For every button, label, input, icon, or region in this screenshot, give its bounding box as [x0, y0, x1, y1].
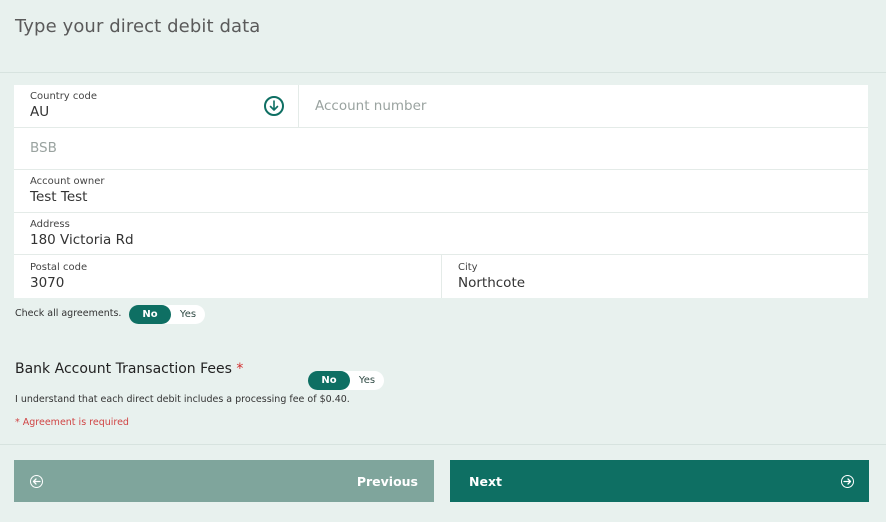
- fees-description: I understand that each direct debit incl…: [15, 394, 350, 405]
- form-row-account-owner: Account owner Test Test: [14, 170, 868, 213]
- form-row-address: Address 180 Victoria Rd: [14, 213, 868, 255]
- bottom-divider: [0, 444, 886, 445]
- country-code-label: Country code: [30, 91, 98, 103]
- arrow-left-circle-icon: [30, 474, 43, 488]
- account-number-field[interactable]: Account number: [299, 85, 868, 127]
- address-label: Address: [30, 218, 70, 230]
- account-number-placeholder: Account number: [315, 97, 427, 114]
- previous-button-label: Previous: [356, 473, 418, 489]
- form-row-bsb: BSB: [14, 128, 868, 170]
- previous-button[interactable]: Previous: [14, 460, 434, 502]
- city-value: Northcote: [458, 274, 526, 291]
- fees-yes-option[interactable]: Yes: [350, 375, 384, 386]
- check-all-agreements-label: Check all agreements.: [15, 308, 122, 319]
- fees-title-text: Bank Account Transaction Fees: [15, 361, 232, 377]
- check-all-yes-option[interactable]: Yes: [171, 309, 205, 320]
- postal-code-label: Postal code: [30, 261, 88, 273]
- fees-title: Bank Account Transaction Fees *: [15, 361, 243, 377]
- city-label: City: [458, 261, 478, 273]
- fees-no-option[interactable]: No: [308, 371, 350, 390]
- required-marker: *: [236, 361, 244, 377]
- next-button[interactable]: Next: [450, 460, 869, 502]
- country-code-value: AU: [30, 104, 50, 121]
- direct-debit-form: Country code AU Account number BSB Accou…: [14, 85, 868, 298]
- chevron-down-circle-icon[interactable]: [264, 95, 284, 116]
- address-field[interactable]: Address 180 Victoria Rd: [14, 213, 868, 255]
- account-owner-label: Account owner: [30, 176, 105, 188]
- next-button-label: Next: [469, 473, 502, 489]
- arrow-right-circle-icon: [841, 474, 854, 488]
- account-owner-field[interactable]: Account owner Test Test: [14, 170, 868, 212]
- city-field[interactable]: City Northcote: [442, 255, 868, 298]
- title-divider: [0, 72, 886, 73]
- fees-agreement-toggle[interactable]: No Yes: [308, 371, 384, 390]
- country-code-select[interactable]: Country code AU: [14, 85, 299, 127]
- check-all-no-option[interactable]: No: [129, 305, 171, 324]
- form-row-country-account: Country code AU Account number: [14, 85, 868, 128]
- check-all-agreements-toggle[interactable]: No Yes: [129, 305, 205, 324]
- address-value: 180 Victoria Rd: [30, 231, 134, 248]
- bsb-field[interactable]: BSB: [14, 128, 868, 170]
- page-title: Type your direct debit data: [15, 16, 261, 37]
- bsb-placeholder: BSB: [30, 140, 57, 157]
- postal-code-field[interactable]: Postal code 3070: [14, 255, 442, 298]
- postal-code-value: 3070: [30, 274, 65, 291]
- agreement-required-error: * Agreement is required: [15, 417, 129, 428]
- form-row-postal-city: Postal code 3070 City Northcote: [14, 255, 868, 298]
- account-owner-value: Test Test: [30, 189, 88, 206]
